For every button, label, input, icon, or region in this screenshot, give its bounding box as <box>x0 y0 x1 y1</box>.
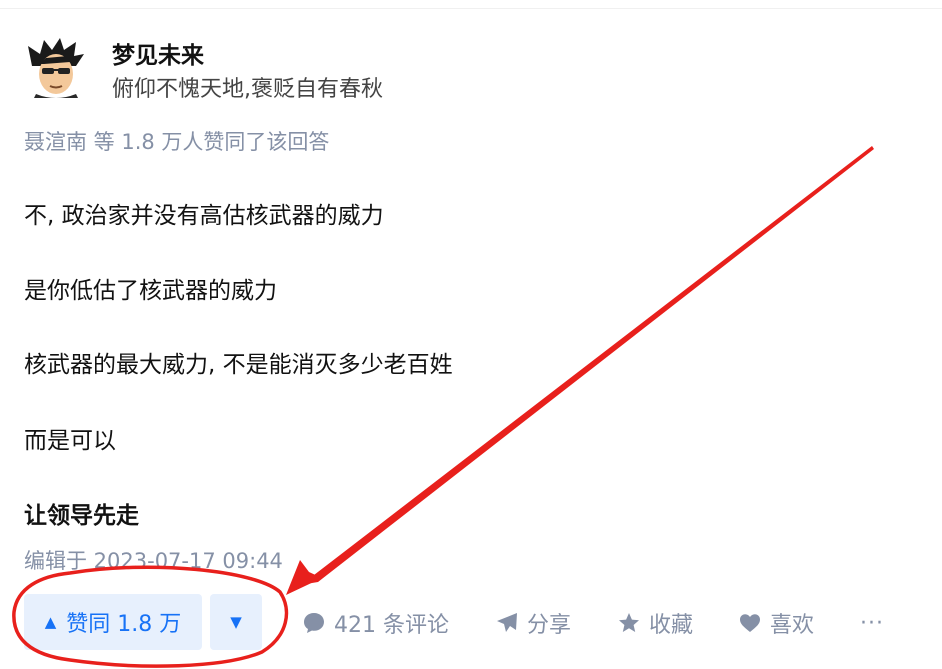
collect-button[interactable]: 收藏 <box>617 606 693 640</box>
more-dots-icon: ··· <box>860 610 884 636</box>
annotation-arrowhead <box>286 560 322 595</box>
author-name[interactable]: 梦见未来 <box>112 36 204 70</box>
upvoters-summary[interactable]: 聂渲南 等 1.8 万人赞同了该回答 <box>24 126 329 156</box>
downvote-button[interactable]: ▼ <box>210 594 262 650</box>
answer-paragraph: 而是可以 <box>24 428 116 454</box>
comment-label: 421 条评论 <box>334 613 449 638</box>
collect-label: 收藏 <box>649 613 694 638</box>
heart-icon <box>738 611 762 635</box>
author-avatar[interactable] <box>24 36 86 98</box>
triangle-up-icon: ▲ <box>44 612 57 631</box>
upvote-label: 赞同 1.8 万 <box>66 612 182 637</box>
like-label: 喜欢 <box>770 613 815 638</box>
comment-bubble-icon <box>302 611 326 635</box>
like-button[interactable]: 喜欢 <box>738 606 814 640</box>
answer-paragraph-bold: 让领导先走 <box>24 503 139 529</box>
top-divider <box>0 8 942 9</box>
more-options-button[interactable]: ··· <box>860 606 884 640</box>
author-bio: 俯仰不愧天地,褒贬自有春秋 <box>112 77 383 102</box>
answer-paragraph: 是你低估了核武器的威力 <box>24 278 277 304</box>
answer-paragraph: 不, 政治家并没有高估核武器的威力 <box>24 203 384 229</box>
edit-timestamp[interactable]: 编辑于 2023-07-17 09:44 <box>24 545 283 575</box>
answer-paragraph: 核武器的最大威力, 不是能消灭多少老百姓 <box>24 352 453 378</box>
share-button[interactable]: 分享 <box>495 606 571 640</box>
share-label: 分享 <box>527 613 572 638</box>
star-icon <box>617 611 641 635</box>
triangle-down-icon: ▼ <box>230 612 242 631</box>
comment-button[interactable]: 421 条评论 <box>302 606 449 640</box>
upvote-button[interactable]: ▲ 赞同 1.8 万 <box>24 594 202 650</box>
paper-plane-icon <box>495 611 519 635</box>
